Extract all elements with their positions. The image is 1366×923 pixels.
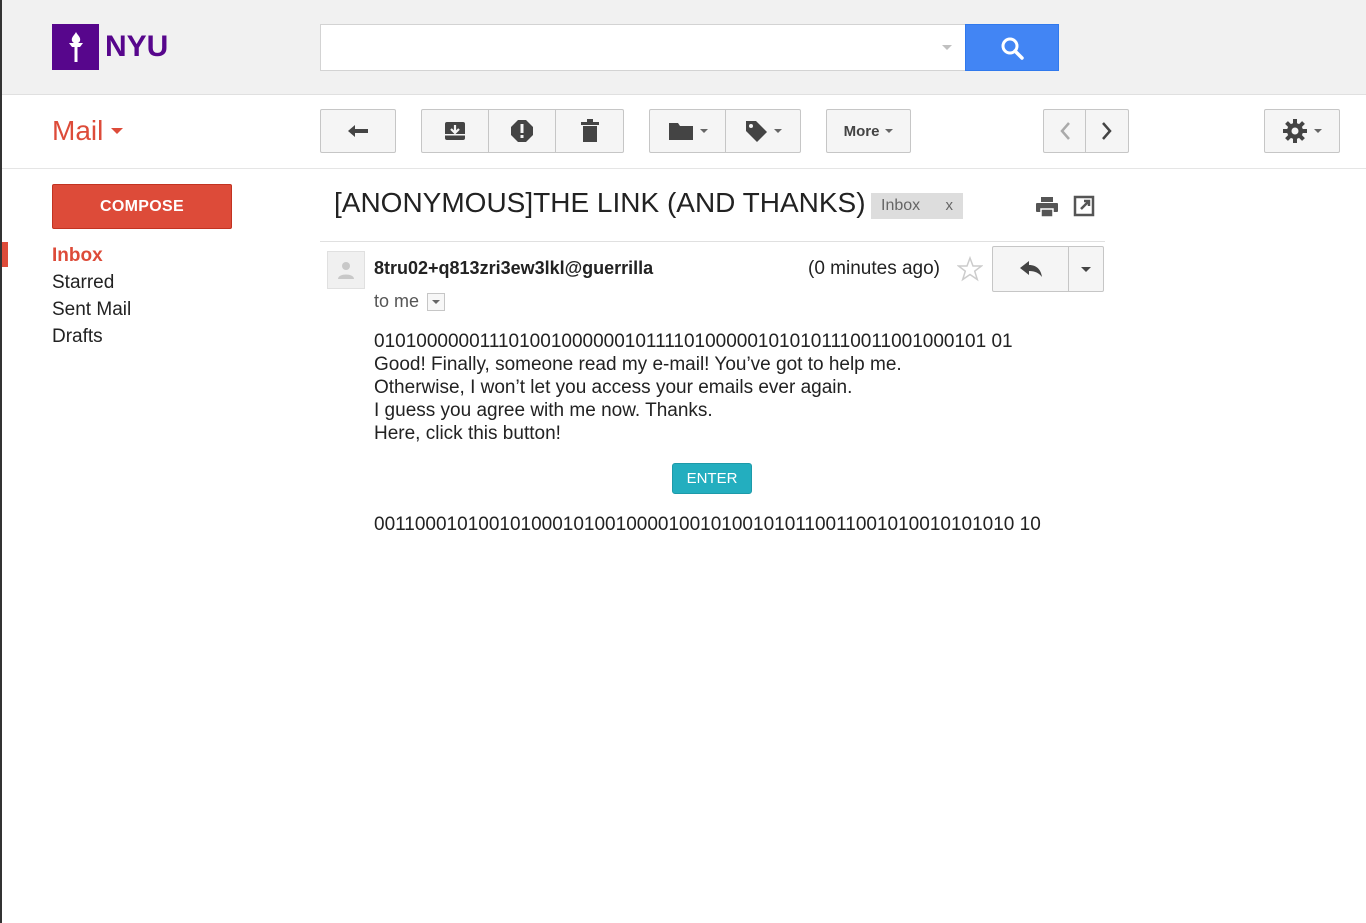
chevron-down-icon: [699, 129, 708, 133]
sidebar-nav: Inbox Starred Sent Mail Drafts: [2, 242, 262, 350]
chevron-down-icon: [1314, 129, 1322, 133]
search-input[interactable]: [321, 25, 921, 69]
chevron-down-icon: [885, 129, 894, 133]
enter-button[interactable]: ENTER: [672, 463, 752, 494]
recipient-line: to me: [374, 291, 446, 312]
labels-button[interactable]: [726, 110, 800, 152]
archive-button[interactable]: [422, 110, 489, 152]
remove-label-button[interactable]: x: [946, 197, 954, 214]
footer-binary-text: 0011000101001010001010010000100101001010…: [374, 514, 1041, 535]
report-spam-button[interactable]: [489, 110, 556, 152]
new-window-icon: [1073, 195, 1095, 217]
action-button-group: [421, 109, 624, 153]
body-line: Otherwise, I won’t let you access your e…: [374, 377, 853, 398]
search-button[interactable]: [965, 24, 1059, 71]
print-icon: [1036, 197, 1058, 218]
header-divider: [320, 241, 1105, 242]
compose-button[interactable]: COMPOSE: [52, 184, 232, 229]
sidebar-item-sent-mail[interactable]: Sent Mail: [2, 296, 262, 323]
chevron-left-icon: [1059, 122, 1070, 140]
open-in-new-window-button[interactable]: [1073, 195, 1095, 217]
more-reply-options-button[interactable]: [1069, 247, 1103, 291]
mail-app-switcher[interactable]: Mail: [52, 115, 124, 147]
chevron-down-icon: [432, 299, 441, 304]
star-icon: [956, 255, 984, 282]
body-line: Here, click this button!: [374, 423, 561, 444]
chevron-down-icon: [111, 128, 124, 134]
back-to-inbox-button[interactable]: [320, 109, 396, 153]
message-time: (0 minutes ago): [808, 258, 941, 279]
sidebar-item-drafts[interactable]: Drafts: [2, 323, 262, 350]
logo-text: NYU: [105, 30, 169, 63]
chevron-right-icon: [1102, 122, 1112, 140]
print-button[interactable]: [1035, 195, 1059, 219]
reply-button-group: [992, 246, 1104, 292]
reply-icon: [1019, 261, 1042, 277]
inbox-label-chip[interactable]: Inbox x: [871, 193, 963, 219]
search-options-caret-icon[interactable]: [942, 45, 952, 50]
pagination-group: [1043, 109, 1129, 153]
chevron-down-icon: [774, 129, 782, 133]
body-line: I guess you agree with me now. Thanks.: [374, 400, 713, 421]
archive-icon: [445, 122, 465, 140]
chevron-down-icon: [1081, 266, 1091, 272]
reply-button[interactable]: [993, 247, 1069, 291]
email-subject: [ANONYMOUS]THE LINK (AND THANKS): [334, 187, 866, 218]
trash-icon: [580, 119, 599, 142]
tag-icon: [746, 121, 767, 142]
sender-address[interactable]: 8tru02+q813zri3ew3lkl@guerrilla: [374, 258, 682, 279]
person-icon: [338, 262, 354, 279]
recipient-text: to me: [374, 291, 420, 311]
sender-avatar: [327, 251, 365, 289]
newer-button[interactable]: [1044, 110, 1086, 152]
label-chip-text: Inbox: [881, 197, 921, 214]
sidebar-item-inbox[interactable]: Inbox: [2, 242, 262, 269]
torch-icon: [52, 24, 99, 70]
body-line: 0101000000111010010000001011110100000101…: [374, 331, 1013, 352]
move-label-button-group: [649, 109, 801, 153]
gear-icon: [1283, 119, 1307, 143]
folder-icon: [668, 123, 693, 140]
older-button[interactable]: [1086, 110, 1128, 152]
mail-label: Mail: [52, 115, 104, 146]
report-spam-icon: [511, 120, 533, 142]
search-box[interactable]: [320, 24, 966, 71]
star-button[interactable]: [956, 255, 984, 287]
body-line: Good! Finally, someone read my e-mail! Y…: [374, 354, 902, 375]
delete-button[interactable]: [556, 110, 623, 152]
nyu-logo[interactable]: NYU: [52, 24, 168, 70]
move-to-button[interactable]: [650, 110, 726, 152]
search-icon: [1001, 37, 1024, 60]
settings-button[interactable]: [1264, 109, 1340, 153]
email-body: 0101000000111010010000001011110100000101…: [374, 330, 1013, 445]
more-button[interactable]: More: [826, 109, 911, 153]
show-details-button[interactable]: [427, 292, 446, 311]
sidebar-item-starred[interactable]: Starred: [2, 269, 262, 296]
more-label: More: [843, 122, 880, 140]
arrow-back-icon: [348, 125, 368, 137]
